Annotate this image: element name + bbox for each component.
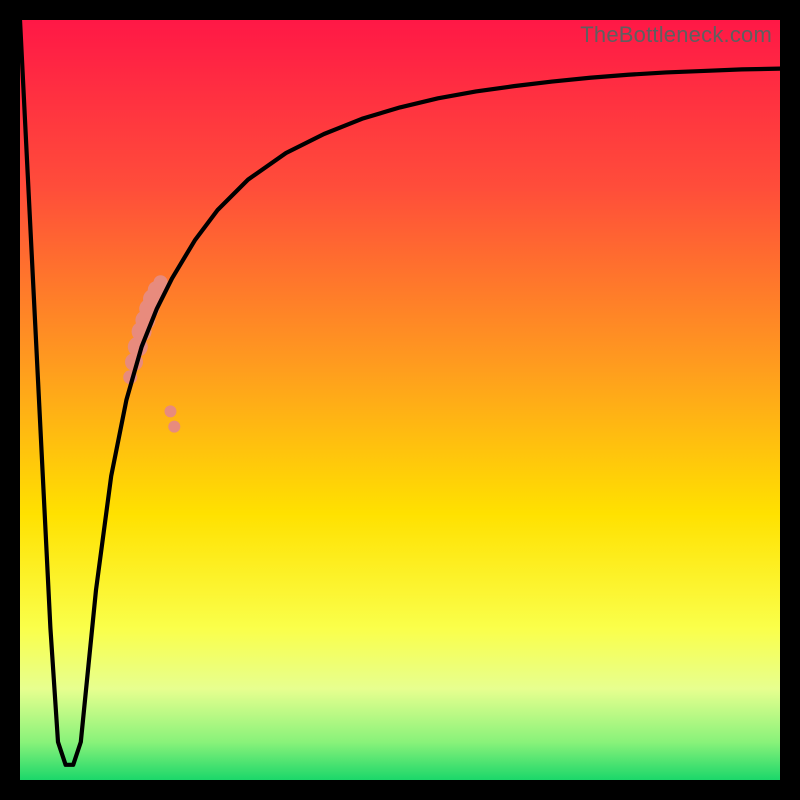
- highlight-dots: [123, 275, 180, 432]
- highlight-dot: [164, 405, 176, 417]
- watermark-text: TheBottleneck.com: [580, 22, 772, 48]
- highlight-dot: [168, 421, 180, 433]
- bottleneck-curve: [20, 20, 780, 765]
- plot-area: TheBottleneck.com: [20, 20, 780, 780]
- chart-frame: TheBottleneck.com: [0, 0, 800, 800]
- curve-layer: [20, 20, 780, 780]
